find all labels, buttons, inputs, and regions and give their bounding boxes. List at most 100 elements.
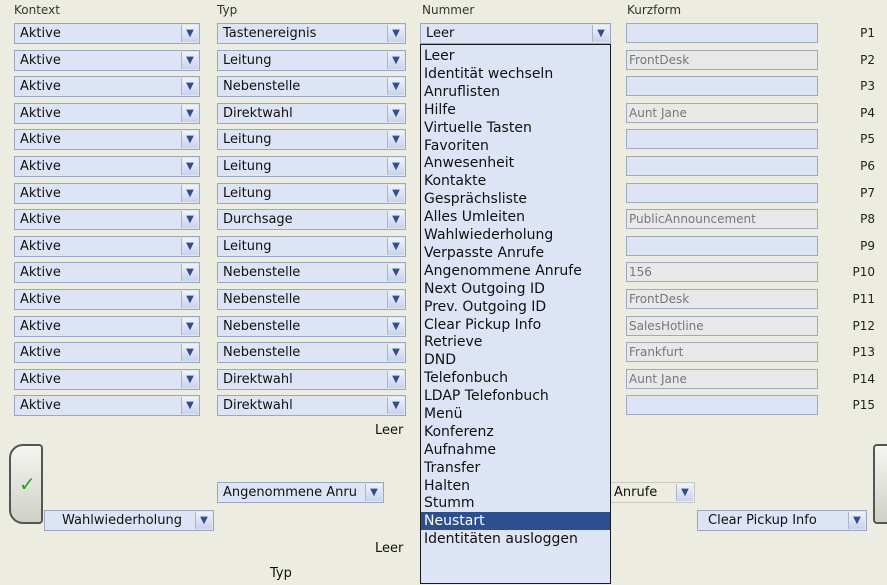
dropdown-option[interactable]: Anwesenheit xyxy=(424,154,609,172)
dropdown-option[interactable]: Neustart xyxy=(421,512,610,530)
kurzform-input[interactable]: FrontDesk xyxy=(626,50,818,70)
kontext-select[interactable]: Aktive ▼ xyxy=(14,50,200,71)
kurzform-input[interactable] xyxy=(626,129,818,149)
dropdown-option[interactable]: Transfer xyxy=(424,459,609,477)
key-number-label: P2 xyxy=(860,53,875,67)
typ-select[interactable]: Leitung ▼ xyxy=(217,183,406,204)
anrufe-select[interactable]: Anrufe ▼ xyxy=(608,482,695,503)
dropdown-option[interactable]: Identität wechseln xyxy=(424,65,609,83)
typ-select-value: Leitung xyxy=(223,186,272,201)
nummer-dropdown-list[interactable]: Leer Identität wechseln Anruflisten Hilfe Vi… xyxy=(420,44,611,584)
dropdown-option[interactable]: Konferenz xyxy=(424,423,609,441)
key-number-label: P10 xyxy=(852,265,875,279)
kontext-select[interactable]: Aktive ▼ xyxy=(14,316,200,337)
dropdown-option[interactable]: Anruflisten xyxy=(424,83,609,101)
check-icon: ✓ xyxy=(19,472,36,496)
typ-select[interactable]: Direktwahl ▼ xyxy=(217,395,406,416)
dropdown-option[interactable]: Menü xyxy=(424,405,609,423)
chevron-down-icon: ▼ xyxy=(181,264,198,281)
kontext-select[interactable]: Aktive ▼ xyxy=(14,236,200,257)
dropdown-option[interactable]: Kontakte xyxy=(424,172,609,190)
angenommene-select[interactable]: Angenommene Anru ▼ xyxy=(217,482,384,503)
dropdown-option[interactable]: Gesprächsliste xyxy=(424,190,609,208)
clear-pickup-select[interactable]: Clear Pickup Info ▼ xyxy=(697,510,867,531)
typ-select[interactable]: Nebenstelle ▼ xyxy=(217,262,406,283)
typ-select[interactable]: Tastenereignis ▼ xyxy=(217,23,406,44)
key-number-label: P4 xyxy=(860,106,875,120)
dropdown-option[interactable]: Wahlwiederholung xyxy=(424,226,609,244)
kontext-select[interactable]: Aktive ▼ xyxy=(14,369,200,390)
chevron-down-icon: ▼ xyxy=(181,318,198,335)
key-number-label: P14 xyxy=(852,372,875,386)
typ-select[interactable]: Nebenstelle ▼ xyxy=(217,289,406,310)
dropdown-option[interactable]: LDAP Telefonbuch xyxy=(424,387,609,405)
dropdown-option[interactable]: Retrieve xyxy=(424,333,609,351)
dropdown-option[interactable]: Aufnahme xyxy=(424,441,609,459)
kontext-select[interactable]: Aktive ▼ xyxy=(14,23,200,44)
dropdown-option[interactable]: Hilfe xyxy=(424,101,609,119)
dropdown-option[interactable]: Alles Umleiten xyxy=(424,208,609,226)
dropdown-option[interactable]: Clear Pickup Info xyxy=(424,316,609,334)
kurzform-input[interactable]: Aunt Jane xyxy=(626,103,818,123)
kontext-select[interactable]: Aktive ▼ xyxy=(14,342,200,363)
typ-select[interactable]: Direktwahl ▼ xyxy=(217,103,406,124)
chevron-down-icon: ▼ xyxy=(195,512,212,529)
key-number-label: P12 xyxy=(852,319,875,333)
kontext-select-value: Aktive xyxy=(20,239,61,254)
accept-button[interactable]: ✓ xyxy=(9,444,43,524)
dropdown-option[interactable]: Leer xyxy=(424,47,609,65)
kurzform-input[interactable]: SalesHotline xyxy=(626,316,818,336)
dropdown-option[interactable]: Stumm xyxy=(424,494,609,512)
typ-select[interactable]: Leitung ▼ xyxy=(217,129,406,150)
typ-select[interactable]: Durchsage ▼ xyxy=(217,209,406,230)
chevron-down-icon: ▼ xyxy=(387,78,404,95)
dropdown-option[interactable]: Identitäten ausloggen xyxy=(424,530,609,548)
wahlwiederholung-select[interactable]: Wahlwiederholung ▼ xyxy=(44,510,214,531)
typ-select-value: Leitung xyxy=(223,53,272,68)
typ-select[interactable]: Leitung ▼ xyxy=(217,156,406,177)
chevron-down-icon: ▼ xyxy=(387,397,404,414)
header-typ: Typ xyxy=(217,3,238,17)
kontext-select[interactable]: Aktive ▼ xyxy=(14,289,200,310)
dropdown-option[interactable]: Favoriten xyxy=(424,137,609,155)
kurzform-input[interactable] xyxy=(626,183,818,203)
dropdown-option[interactable]: Virtuelle Tasten xyxy=(424,119,609,137)
kontext-select[interactable]: Aktive ▼ xyxy=(14,129,200,150)
kurzform-input[interactable]: Aunt Jane xyxy=(626,369,818,389)
kontext-select[interactable]: Aktive ▼ xyxy=(14,76,200,97)
kontext-select[interactable]: Aktive ▼ xyxy=(14,156,200,177)
kontext-select[interactable]: Aktive ▼ xyxy=(14,395,200,416)
typ-select[interactable]: Direktwahl ▼ xyxy=(217,369,406,390)
kurzform-input[interactable] xyxy=(626,23,818,43)
chevron-down-icon: ▼ xyxy=(387,318,404,335)
kurzform-input[interactable]: FrontDesk xyxy=(626,289,818,309)
kurzform-input[interactable] xyxy=(626,76,818,96)
typ-select[interactable]: Nebenstelle ▼ xyxy=(217,342,406,363)
cancel-button[interactable] xyxy=(873,444,887,524)
kurzform-input[interactable] xyxy=(626,395,818,415)
kurzform-input[interactable] xyxy=(626,236,818,256)
kurzform-input[interactable] xyxy=(626,156,818,176)
typ-select[interactable]: Leitung ▼ xyxy=(217,236,406,257)
typ-select[interactable]: Nebenstelle ▼ xyxy=(217,316,406,337)
kurzform-input[interactable]: 156 xyxy=(626,262,818,282)
dropdown-option[interactable]: Prev. Outgoing ID xyxy=(424,298,609,316)
dropdown-option[interactable]: DND xyxy=(424,351,609,369)
typ-select-value: Nebenstelle xyxy=(223,345,301,360)
kontext-select[interactable]: Aktive ▼ xyxy=(14,209,200,230)
dropdown-option[interactable]: Telefonbuch xyxy=(424,369,609,387)
kontext-select[interactable]: Aktive ▼ xyxy=(14,183,200,204)
nummer-select-p1[interactable]: Leer ▼ xyxy=(420,23,611,44)
dropdown-option[interactable]: Verpasste Anrufe xyxy=(424,244,609,262)
typ-select[interactable]: Nebenstelle ▼ xyxy=(217,76,406,97)
dropdown-option[interactable]: Next Outgoing ID xyxy=(424,280,609,298)
dropdown-option[interactable]: Halten xyxy=(424,477,609,495)
kontext-select[interactable]: Aktive ▼ xyxy=(14,262,200,283)
chevron-down-icon: ▼ xyxy=(181,52,198,69)
typ-select[interactable]: Leitung ▼ xyxy=(217,50,406,71)
kurzform-input[interactable]: Frankfurt xyxy=(626,342,818,362)
dropdown-option[interactable]: Angenommene Anrufe xyxy=(424,262,609,280)
kurzform-input[interactable]: PublicAnnouncement xyxy=(626,209,818,229)
kontext-select[interactable]: Aktive ▼ xyxy=(14,103,200,124)
leer-label-bottom: Leer xyxy=(375,541,404,556)
